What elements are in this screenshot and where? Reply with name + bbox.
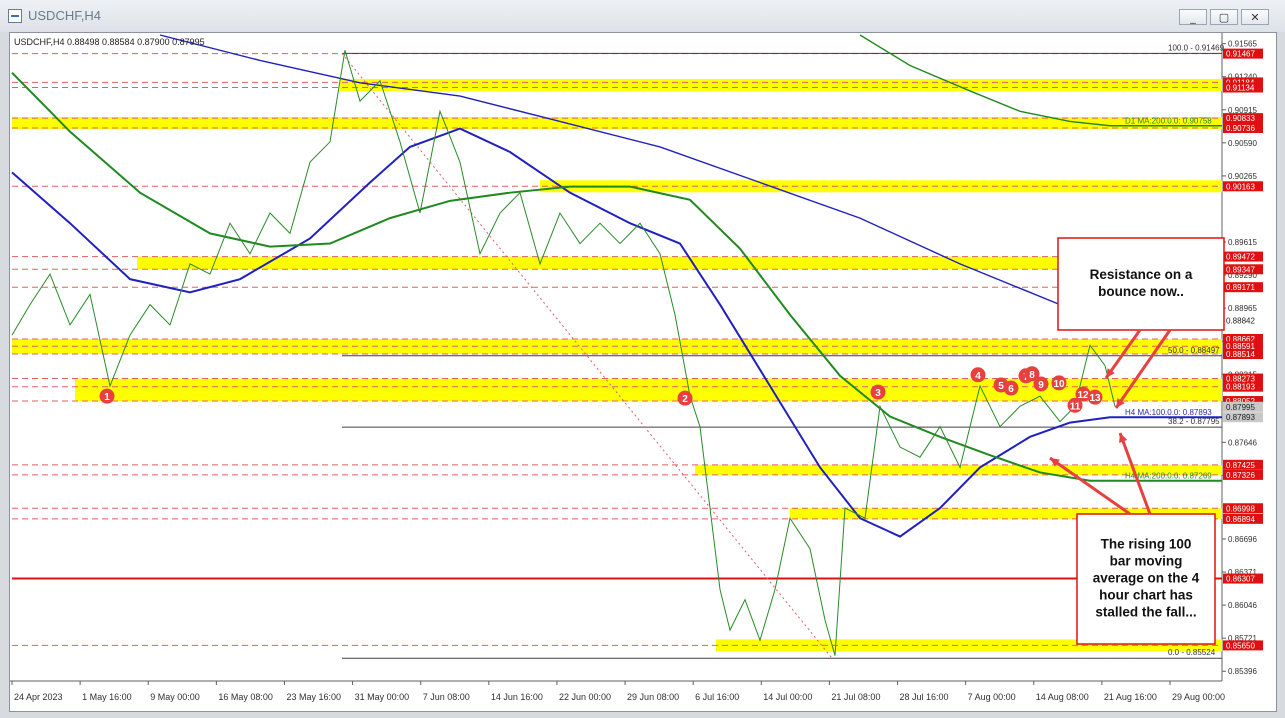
ma-annotation-text: stalled the fall... — [1095, 605, 1196, 620]
ma-annotation-text: The rising 100 — [1101, 537, 1192, 552]
swing-marker-label: 5 — [998, 381, 1004, 392]
price-label-red: 0.89472 — [1226, 253, 1255, 262]
price-label-red: 0.90163 — [1226, 182, 1255, 191]
fibonacci-label: 100.0 - 0.91469 — [1168, 43, 1225, 52]
swing-marker-label: 8 — [1029, 370, 1035, 381]
price-label-red: 0.88514 — [1226, 350, 1255, 359]
swing-marker-label: 9 — [1038, 380, 1044, 391]
price-label-red: 0.87326 — [1226, 471, 1255, 480]
price-label-current: 0.87995 — [1226, 403, 1255, 412]
price-axis-tick-label: 0.85396 — [1228, 667, 1257, 676]
fibonacci-label: 50.0 - 0.88497 — [1168, 346, 1220, 355]
time-axis-label: 1 May 16:00 — [82, 692, 132, 702]
price-label-red: 0.88193 — [1226, 383, 1255, 392]
price-label-red: 0.91134 — [1226, 83, 1255, 92]
chart-window: USDCHF,H4 _ ▢ ✕ 100.0 - 0.91469 50.0 - 0.… — [0, 0, 1285, 718]
time-axis-label: 21 Aug 16:00 — [1104, 692, 1157, 702]
moving-average-label: H4 MA:100.0.0: 0.87893 — [1125, 408, 1212, 417]
chart-window-icon — [8, 9, 22, 23]
time-axis-label: 6 Jul 16:00 — [695, 692, 739, 702]
swing-marker-label: 13 — [1089, 393, 1101, 404]
time-axis-label: 24 Apr 2023 — [14, 692, 63, 702]
title-bar[interactable]: USDCHF,H4 _ ▢ ✕ — [0, 0, 1285, 32]
time-axis-label: 31 May 00:00 — [355, 692, 410, 702]
price-label-red: 0.91467 — [1226, 50, 1255, 59]
time-axis-label: 7 Aug 00:00 — [968, 692, 1016, 702]
price-chart[interactable]: 100.0 - 0.91469 50.0 - 0.88497 38.2 - 0.87… — [10, 33, 1276, 711]
price-label-red: 0.90833 — [1226, 114, 1255, 123]
resistance-annotation-text: Resistance on a — [1090, 267, 1193, 282]
swing-marker-label: 12 — [1077, 390, 1089, 401]
price-axis-tick-label: 0.90265 — [1228, 172, 1257, 181]
ohlc-header: USDCHF,H4 0.88498 0.88584 0.87900 0.8799… — [14, 37, 205, 47]
fibonacci-label: 38.2 - 0.87795 — [1168, 417, 1220, 426]
swing-marker-label: 3 — [875, 388, 881, 399]
swing-marker-label: 4 — [975, 371, 981, 382]
ma-annotation-text: bar moving — [1110, 554, 1183, 569]
ma-annotation-text: hour chart has — [1099, 588, 1193, 603]
time-axis-label: 29 Jun 08:00 — [627, 692, 679, 702]
price-label-red: 0.89171 — [1226, 283, 1255, 292]
ma-annotation-text: average on the 4 — [1093, 571, 1200, 586]
price-label-red: 0.86307 — [1226, 575, 1255, 584]
price-axis-tick-label: 0.91565 — [1228, 40, 1257, 49]
fibonacci-label: 0.0 - 0.85524 — [1168, 648, 1216, 657]
swing-marker-label: 1 — [104, 392, 110, 403]
window-title: USDCHF,H4 — [28, 8, 101, 23]
swing-marker-label: 10 — [1053, 379, 1065, 390]
support-resistance-zone — [12, 117, 1222, 130]
price-axis-tick-label: 0.89615 — [1228, 238, 1257, 247]
chart-panel[interactable]: 100.0 - 0.91469 50.0 - 0.88497 38.2 - 0.87… — [9, 32, 1277, 712]
time-axis-label: 16 May 08:00 — [218, 692, 273, 702]
price-label-red: 0.86998 — [1226, 504, 1255, 513]
price-label-current: 0.87893 — [1226, 413, 1255, 422]
time-axis-label: 23 May 16:00 — [286, 692, 341, 702]
support-resistance-zone — [75, 378, 1222, 402]
time-axis-label: 14 Aug 08:00 — [1036, 692, 1089, 702]
price-axis-tick-label: 0.90590 — [1228, 139, 1257, 148]
swing-marker-label: 6 — [1008, 384, 1014, 395]
price-label-ma: 0.88842 — [1226, 317, 1255, 326]
price-axis-tick-label: 0.86046 — [1228, 601, 1257, 610]
support-resistance-zone — [340, 78, 1222, 91]
price-label-red: 0.90736 — [1226, 124, 1255, 133]
swing-marker-label: 11 — [1070, 401, 1081, 412]
time-axis-label: 28 Jul 16:00 — [900, 692, 949, 702]
time-axis-label: 7 Jun 08:00 — [423, 692, 470, 702]
price-label-red: 0.87425 — [1226, 461, 1255, 470]
time-axis-label: 29 Aug 00:00 — [1172, 692, 1225, 702]
close-button[interactable]: ✕ — [1241, 9, 1269, 25]
resistance-annotation-text: bounce now.. — [1098, 284, 1184, 299]
price-axis-tick-label: 0.87646 — [1228, 438, 1257, 447]
time-axis-label: 14 Jul 00:00 — [763, 692, 812, 702]
price-label-red: 0.86894 — [1226, 515, 1255, 524]
time-axis-label: 22 Jun 00:00 — [559, 692, 611, 702]
moving-average-label: D1 MA:200.0.0: 0.90758 — [1125, 117, 1212, 126]
time-axis-label: 9 May 00:00 — [150, 692, 200, 702]
price-axis-tick-label: 0.88965 — [1228, 304, 1257, 313]
price-label-red: 0.89347 — [1226, 265, 1255, 274]
price-axis-tick-label: 0.86696 — [1228, 535, 1257, 544]
minimize-button[interactable]: _ — [1179, 9, 1207, 25]
time-axis-label: 14 Jun 16:00 — [491, 692, 543, 702]
time-axis-label: 21 Jul 08:00 — [831, 692, 880, 702]
swing-marker-label: 2 — [682, 394, 688, 405]
maximize-button[interactable]: ▢ — [1210, 9, 1238, 25]
price-label-red: 0.85650 — [1226, 641, 1255, 650]
